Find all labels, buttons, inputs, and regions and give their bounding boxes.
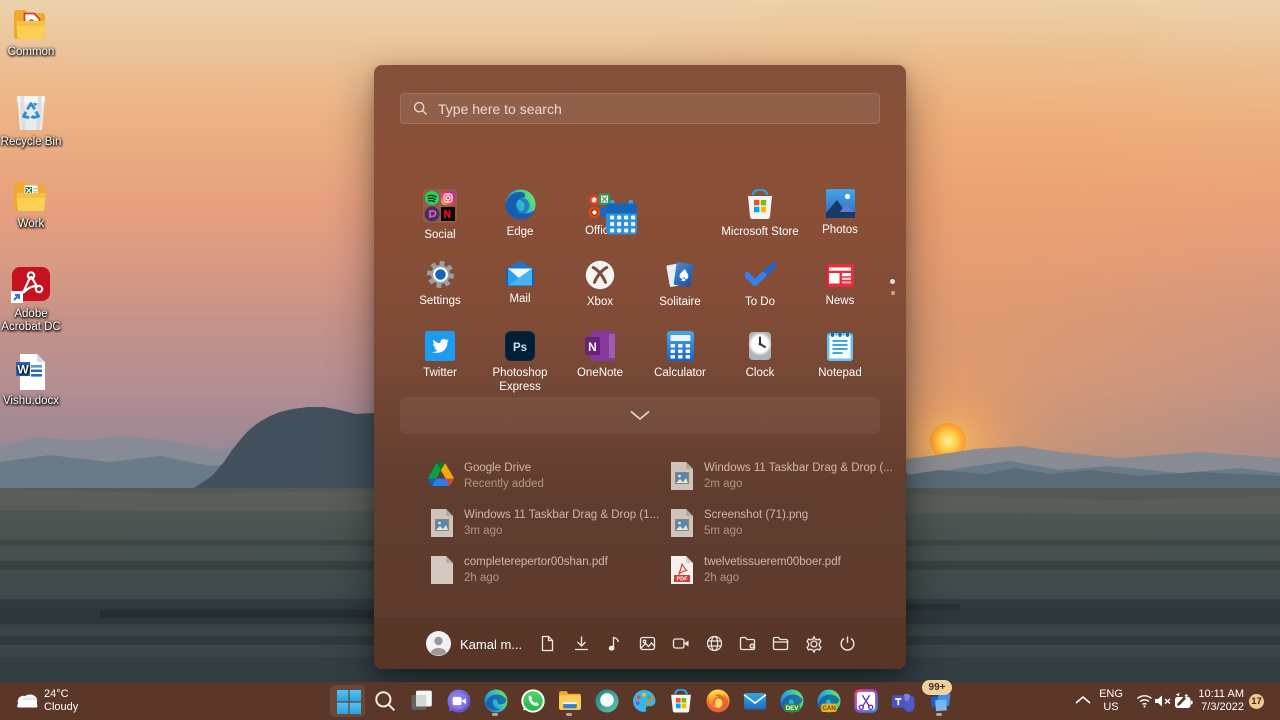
svg-text:Ps: Ps <box>513 342 527 354</box>
svg-text:DEV: DEV <box>786 705 800 712</box>
svg-text:CAN: CAN <box>822 705 836 712</box>
svg-text:PDF: PDF <box>677 577 689 583</box>
svg-text:N: N <box>588 340 597 354</box>
svg-text:W: W <box>17 363 29 377</box>
